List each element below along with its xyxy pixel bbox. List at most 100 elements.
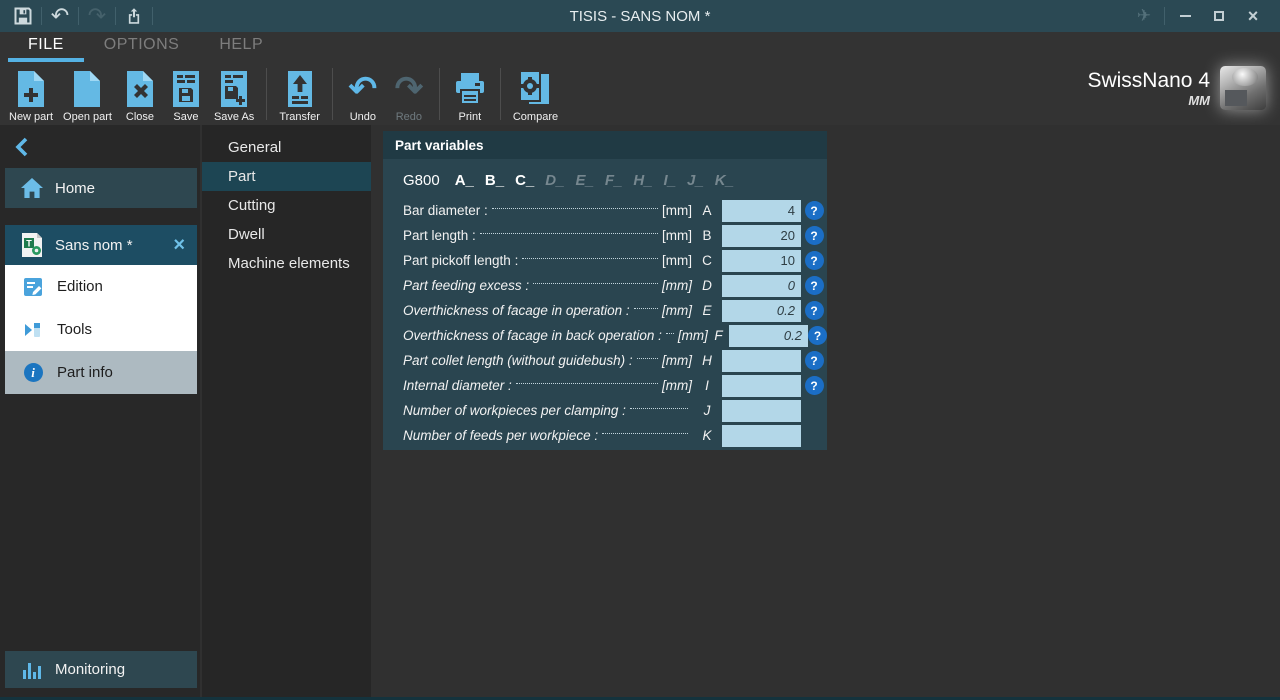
sidebar-item-label: Tools (57, 321, 92, 338)
sidebar-item-edition[interactable]: Edition (5, 265, 197, 308)
var-help-slot: ? (801, 201, 827, 220)
var-input-a[interactable] (722, 200, 801, 222)
var-label: Bar diameter : (403, 203, 488, 218)
var-letter: I (692, 378, 722, 393)
section-item-cutting[interactable]: Cutting (202, 191, 371, 220)
var-letter: A (692, 203, 722, 218)
toolbar-separator (332, 68, 333, 120)
var-input-d[interactable] (722, 275, 801, 297)
quick-undo-icon[interactable]: ↶ (45, 3, 75, 29)
var-input-e[interactable] (722, 300, 801, 322)
save-as-icon (219, 69, 249, 109)
tab-file[interactable]: FILE (8, 32, 84, 62)
gcode-label: G800 (403, 172, 440, 189)
help-icon[interactable]: ? (805, 276, 824, 295)
close-part-button[interactable]: Close (117, 65, 163, 123)
transfer-button[interactable]: Transfer (274, 65, 325, 123)
menubar: FILE OPTIONS HELP (0, 32, 1280, 62)
toolbar-separator (266, 68, 267, 120)
help-icon[interactable]: ? (805, 251, 824, 270)
section-item-dwell[interactable]: Dwell (202, 220, 371, 249)
sidebar: Home T Sans nom * × (0, 125, 200, 697)
help-icon[interactable]: ? (805, 301, 824, 320)
dotted-leader (634, 308, 658, 309)
open-part-button[interactable]: Open part (58, 65, 117, 123)
help-icon[interactable]: ? (805, 226, 824, 245)
compare-button[interactable]: Compare (508, 65, 563, 123)
section-item-machine-elements[interactable]: Machine elements (202, 249, 371, 278)
var-label: Part collet length (without guidebush) : (403, 353, 633, 368)
var-letter: B (692, 228, 722, 243)
open-part-icon (72, 69, 102, 109)
section-item-part[interactable]: Part (202, 162, 371, 191)
machine-info: SwissNano 4 MM (1087, 66, 1266, 110)
var-input-k[interactable] (722, 425, 801, 447)
help-icon[interactable]: ? (805, 376, 824, 395)
g800-row: G800 A_B_C_D_E_F_H_I_J_K_ (403, 172, 827, 189)
back-button[interactable] (8, 133, 36, 161)
dotted-leader (516, 383, 658, 384)
sidebar-item-label: Home (55, 180, 95, 197)
maximize-icon (1214, 11, 1224, 21)
var-unit: [mm] (662, 303, 692, 318)
save-icon (171, 69, 201, 109)
machine-units: MM (1087, 93, 1210, 108)
document-menu: Edition Tools i Part info (5, 265, 197, 394)
var-help-slot: ? (801, 301, 827, 320)
section-item-general[interactable]: General (202, 133, 371, 162)
sidebar-item-home[interactable]: Home (5, 168, 197, 208)
tab-options[interactable]: OPTIONS (84, 32, 200, 62)
var-help-slot: ? (801, 376, 827, 395)
g800-letter-i: I_ (664, 172, 677, 189)
new-part-icon (16, 69, 46, 109)
close-button[interactable]: × (1236, 3, 1270, 29)
var-input-h[interactable] (722, 350, 801, 372)
var-letter: F (708, 328, 729, 343)
sidebar-item-part-info[interactable]: i Part info (5, 351, 197, 394)
var-letter: K (692, 428, 722, 443)
var-row-c: Part pickoff length :[mm]C? (403, 248, 827, 273)
sidebar-document-header[interactable]: T Sans nom * × (5, 225, 197, 265)
maximize-button[interactable] (1202, 3, 1236, 29)
var-input-c[interactable] (722, 250, 801, 272)
var-label: Part pickoff length : (403, 253, 518, 268)
help-icon[interactable]: ? (805, 201, 824, 220)
print-button[interactable]: Print (447, 65, 493, 123)
help-icon[interactable]: ? (808, 326, 827, 345)
sidebar-item-label: Part info (57, 364, 113, 381)
var-label: Overthickness of facage in back operatio… (403, 328, 662, 343)
var-input-i[interactable] (722, 375, 801, 397)
compare-icon (517, 69, 553, 109)
quick-export-icon[interactable] (119, 3, 149, 29)
close-document-icon[interactable]: × (173, 235, 185, 255)
save-button[interactable]: Save (163, 65, 209, 123)
g800-letter-j: J_ (687, 172, 704, 189)
new-part-button[interactable]: New part (4, 65, 58, 123)
var-help-slot: ? (801, 251, 827, 270)
close-part-icon (125, 69, 155, 109)
save-as-button[interactable]: Save As (209, 65, 259, 123)
sidebar-item-monitoring[interactable]: Monitoring (5, 651, 197, 688)
var-input-f[interactable] (729, 325, 808, 347)
machine-name: SwissNano 4 (1087, 69, 1210, 93)
panel-title: Part variables (383, 131, 827, 159)
quick-redo-icon: ↷ (82, 3, 112, 29)
help-icon[interactable]: ? (805, 351, 824, 370)
var-help-slot: ? (801, 226, 827, 245)
titlebar-separator (78, 7, 79, 25)
sidebar-item-tools[interactable]: Tools (5, 308, 197, 351)
titlebar-separator (152, 7, 153, 25)
undo-button[interactable]: ↶ Undo (340, 65, 386, 123)
minimize-button[interactable] (1168, 3, 1202, 29)
app-window: ↶ ↷ TISIS - SANS NOM * ✈ × FILE OPTIONS … (0, 0, 1280, 700)
g800-letter-d: D_ (545, 172, 564, 189)
var-unit: [mm] (662, 228, 692, 243)
var-label: Part length : (403, 228, 476, 243)
tab-help[interactable]: HELP (199, 32, 283, 62)
var-input-j[interactable] (722, 400, 801, 422)
dotted-leader (637, 358, 658, 359)
document-name: Sans nom * (55, 237, 133, 254)
quick-save-icon[interactable] (8, 3, 38, 29)
var-input-b[interactable] (722, 225, 801, 247)
g800-letter-h: H_ (633, 172, 652, 189)
